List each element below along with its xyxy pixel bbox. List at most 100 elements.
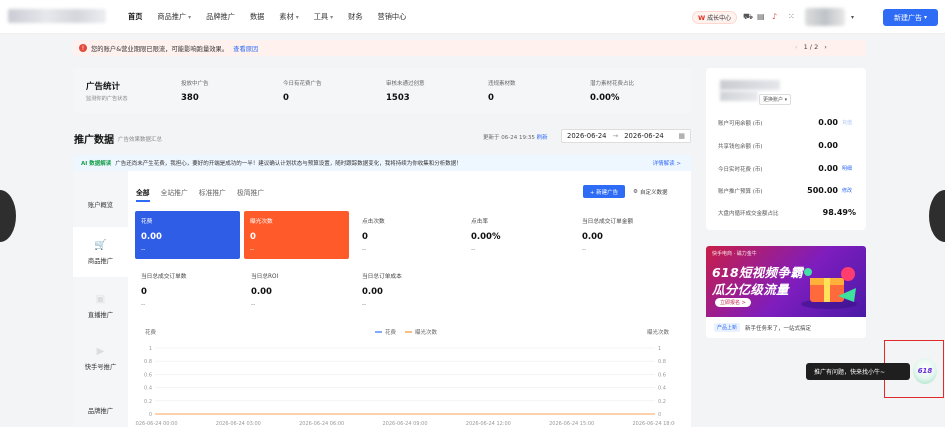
- refresh-link[interactable]: 刷新: [537, 135, 548, 141]
- date-range-picker[interactable]: 2026-06-24 → 2026-06-24 ▦: [561, 129, 691, 143]
- nav-item-label: 营销中心: [377, 12, 407, 21]
- chevron-down-icon: ▾: [330, 13, 334, 21]
- nav-item[interactable]: 素材 ▾: [279, 0, 298, 34]
- new-ad-button[interactable]: + 新建广告: [583, 185, 625, 198]
- side-menu-label: 品牌推广: [87, 407, 114, 415]
- y-tick-left: 0.2: [144, 399, 152, 405]
- ad-stats-subtitle: 监测你的广告状态: [86, 96, 128, 102]
- side-menu-label: 直播推广: [87, 311, 114, 319]
- y-tick-left: 0: [149, 412, 152, 418]
- error-icon: !: [79, 44, 87, 52]
- banner-footer[interactable]: 产品上新 新手任务来了，一站式搞定: [706, 317, 866, 338]
- account-link[interactable]: 充值: [842, 119, 856, 126]
- nav-item-label: 工具: [313, 12, 329, 21]
- nav-item[interactable]: 工具 ▾: [314, 0, 333, 34]
- stat-item[interactable]: 今日有花费广告 0: [283, 79, 322, 103]
- metric-card-spend[interactable]: 花费 0.00 --: [135, 211, 240, 259]
- metric-card-roi[interactable]: 当日总ROI 0.00 --: [251, 271, 351, 308]
- x-tick: 2026-06-24 00:00: [135, 421, 178, 427]
- account-row: 账户推广预算 (币) 500.00 修改: [718, 186, 856, 195]
- insight-detail-link[interactable]: 详情解读 >: [653, 159, 681, 167]
- side-menu-item[interactable]: ▶ 快手号推广: [73, 333, 128, 383]
- metric-card-ctr[interactable]: 点击率 0.00% --: [471, 216, 571, 253]
- date-end: 2026-06-24: [624, 132, 664, 140]
- metric-card-clicks[interactable]: 点击次数 0 --: [362, 216, 462, 253]
- account-link[interactable]: 明细: [842, 165, 856, 172]
- side-menu-item[interactable]: ▣ 直播推广: [73, 281, 128, 331]
- y-tick-right: 0.4: [658, 386, 666, 392]
- apps-grid-icon[interactable]: ⁙: [788, 12, 795, 21]
- account-id: [720, 91, 758, 101]
- chevron-down-icon[interactable]: ▾: [851, 14, 854, 21]
- cart-icon[interactable]: ⛟: [743, 12, 753, 22]
- help-tooltip: 推广有问题，快来找小牛~: [806, 363, 910, 380]
- account-value: 98.49%: [822, 208, 856, 217]
- bell-icon[interactable]: ♪: [772, 12, 777, 21]
- side-menu-label: 商品推广: [87, 257, 114, 265]
- metric-card-orders[interactable]: 当日总成交订单数 0 --: [141, 271, 241, 308]
- ai-insight-bar: AI 数据解读 广告还尚未产生花费，我担心，要好的开端是成功的一半！建议确认计划…: [73, 155, 691, 171]
- settings-icon: ⚙: [633, 188, 638, 195]
- next-icon[interactable]: ›: [824, 43, 827, 51]
- date-arrow: →: [612, 132, 619, 140]
- nav-item-label: 财务: [348, 12, 363, 21]
- y-tick-left: 0.4: [144, 386, 152, 392]
- side-menu-item[interactable]: 品牌推广: [73, 388, 128, 427]
- banner-brand: 快手电商 · 磁力金牛: [712, 251, 757, 257]
- prev-icon[interactable]: ‹: [795, 43, 798, 51]
- metric-card-exposure[interactable]: 曝光次数 0 --: [244, 211, 349, 259]
- side-menu-item[interactable]: 账户概览: [73, 177, 128, 227]
- ad-stats-title: 广告统计: [86, 82, 121, 92]
- tab[interactable]: 全站推广: [161, 187, 188, 202]
- calendar-icon: ▦: [678, 132, 685, 140]
- banner-signup-button[interactable]: 立即报名 >: [715, 298, 751, 307]
- live-icon: ▣: [95, 293, 106, 305]
- main-nav: 首页 商品推广 ▾ 品牌推广 数据 素材 ▾ 工具 ▾ 财务 营销中心: [128, 0, 421, 34]
- nav-item[interactable]: 营销中心: [378, 0, 407, 34]
- nav-item[interactable]: 商品推广 ▾: [157, 0, 191, 34]
- next-page-arrow[interactable]: [929, 190, 945, 242]
- help-assistant-icon[interactable]: 618: [913, 358, 937, 384]
- y-tick-left: 0.6: [144, 372, 152, 378]
- stat-item[interactable]: 违规素材数 0: [488, 79, 516, 103]
- new-ad-top-button[interactable]: 新建广告 ▾: [883, 9, 938, 26]
- account-value: 500.00: [807, 186, 838, 195]
- legend-label: 曝光次数: [415, 328, 438, 336]
- trend-chart: 花费 曝光次数 花费 曝光次数 1 1 0.8 0.8 0.6 0.6 0.4 0.4 0.2 0.2 0 0…: [135, 328, 675, 427]
- growth-center-button[interactable]: W 成长中心: [692, 11, 738, 24]
- logo[interactable]: [8, 9, 106, 23]
- notice-link[interactable]: 查看原因: [233, 44, 258, 53]
- ai-insight-text: 广告还尚未产生花费，我担心，要好的开端是成功的一半！建议确认计划状态与预算设置，…: [115, 161, 462, 167]
- nav-item[interactable]: 财务: [348, 0, 362, 34]
- stat-item[interactable]: 投放中广告 380: [181, 79, 209, 103]
- chevron-down-icon: ▾: [295, 13, 299, 21]
- side-menu-label: 账户概览: [87, 202, 114, 209]
- account-link[interactable]: 修改: [842, 187, 856, 194]
- notice-page: 1 / 2: [803, 43, 819, 51]
- account-row: 大盘内循环成交金额占比 98.49%: [718, 208, 856, 217]
- metric-card-order-cost[interactable]: 当日总订单成本 0.00 --: [362, 271, 462, 308]
- custom-data-button[interactable]: ⚙ 自定义数据: [633, 185, 667, 198]
- stat-item[interactable]: 审核未通过创意 1503: [386, 79, 425, 103]
- metric-card-gmv[interactable]: 当日总成交订单金额 0.00 --: [582, 216, 682, 253]
- side-menu-item[interactable]: 🛒 商品推广: [73, 227, 128, 277]
- document-icon[interactable]: ▤: [757, 12, 765, 21]
- notice-pager: ‹ 1 / 2 ›: [795, 43, 827, 51]
- y-tick-right: 1: [658, 346, 661, 352]
- nav-item-label: 商品推广: [157, 12, 187, 21]
- tab[interactable]: 全部: [136, 187, 150, 202]
- shop-cart-icon: 🛒: [94, 239, 107, 251]
- switch-account-button[interactable]: 更换账户 ▾: [759, 94, 792, 105]
- y-tick-left: 1: [149, 346, 152, 352]
- nav-item[interactable]: 数据: [250, 0, 264, 34]
- avatar[interactable]: [805, 8, 845, 26]
- tab[interactable]: 极简推广: [237, 187, 264, 202]
- banner-headline-2: 瓜分亿级流量: [712, 282, 789, 297]
- tab[interactable]: 标准推广: [199, 187, 226, 202]
- prev-page-arrow[interactable]: [0, 190, 16, 242]
- account-name: [720, 80, 780, 90]
- account-row: 账户可用余额 (币) 0.00 充值: [718, 118, 856, 127]
- stat-item[interactable]: 潜力素材花费占比 0.00%: [590, 79, 634, 103]
- nav-item[interactable]: 品牌推广: [206, 0, 235, 34]
- nav-item[interactable]: 首页: [128, 0, 142, 34]
